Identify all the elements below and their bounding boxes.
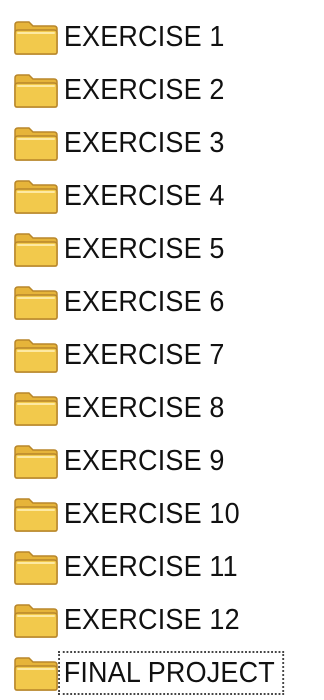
folder-icon (12, 600, 60, 640)
folder-icon (12, 388, 60, 428)
folder-label: EXERCISE 10 (63, 497, 240, 530)
folder-item-exercise-7[interactable]: EXERCISE 7 (0, 328, 324, 381)
folder-label: EXERCISE 7 (63, 338, 225, 371)
folder-item-exercise-1[interactable]: EXERCISE 1 (0, 10, 324, 63)
folder-icon (12, 494, 60, 534)
folder-label: EXERCISE 12 (63, 603, 240, 636)
folder-icon (12, 653, 60, 693)
folder-icon (12, 335, 60, 375)
folder-label: EXERCISE 3 (63, 126, 225, 159)
folder-label: EXERCISE 5 (63, 232, 225, 265)
folder-icon (12, 229, 60, 269)
folder-item-exercise-4[interactable]: EXERCISE 4 (0, 169, 324, 222)
folder-icon (12, 17, 60, 57)
folder-label: EXERCISE 2 (63, 73, 225, 106)
folder-item-exercise-2[interactable]: EXERCISE 2 (0, 63, 324, 116)
folder-icon (12, 70, 60, 110)
folder-icon (12, 547, 60, 587)
folder-label: EXERCISE 6 (63, 285, 225, 318)
folder-item-final-project[interactable]: FINAL PROJECT (0, 646, 324, 699)
folder-item-exercise-11[interactable]: EXERCISE 11 (0, 540, 324, 593)
folder-label: EXERCISE 1 (63, 20, 225, 53)
folder-label: EXERCISE 11 (63, 550, 238, 583)
folder-icon (12, 282, 60, 322)
folder-item-exercise-5[interactable]: EXERCISE 5 (0, 222, 324, 275)
folder-item-exercise-12[interactable]: EXERCISE 12 (0, 593, 324, 646)
folder-label: FINAL PROJECT (58, 650, 285, 695)
folder-item-exercise-10[interactable]: EXERCISE 10 (0, 487, 324, 540)
folder-item-exercise-3[interactable]: EXERCISE 3 (0, 116, 324, 169)
folder-list: EXERCISE 1 EXERCISE 2 EXERCISE 3 EXERCIS… (0, 10, 324, 699)
folder-label: EXERCISE 8 (63, 391, 225, 424)
folder-label: EXERCISE 9 (63, 444, 225, 477)
folder-item-exercise-8[interactable]: EXERCISE 8 (0, 381, 324, 434)
folder-item-exercise-6[interactable]: EXERCISE 6 (0, 275, 324, 328)
folder-label: EXERCISE 4 (63, 179, 225, 212)
folder-item-exercise-9[interactable]: EXERCISE 9 (0, 434, 324, 487)
folder-icon (12, 123, 60, 163)
folder-icon (12, 176, 60, 216)
folder-icon (12, 441, 60, 481)
